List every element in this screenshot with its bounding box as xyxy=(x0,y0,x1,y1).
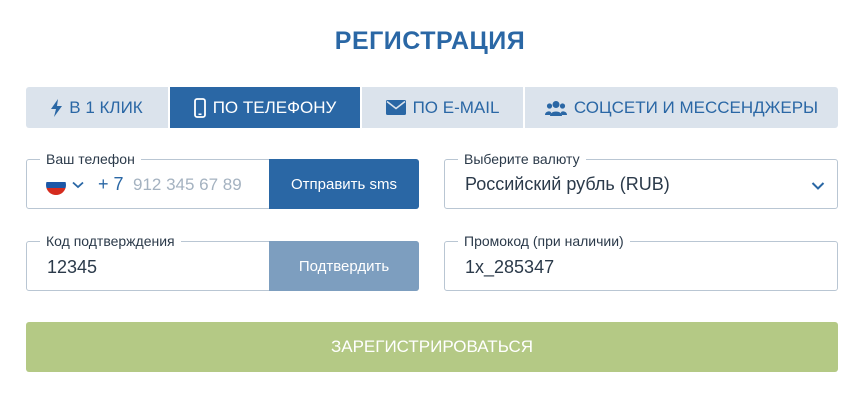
phone-input[interactable] xyxy=(133,172,273,198)
tab-by-phone-label: ПО ТЕЛЕФОНУ xyxy=(212,97,337,117)
chevron-down-icon xyxy=(811,178,825,196)
phone-country-code: + 7 xyxy=(98,174,124,194)
tab-by-phone[interactable]: ПО ТЕЛЕФОНУ xyxy=(170,87,362,128)
tab-by-email-label: ПО E-MAIL xyxy=(412,97,500,117)
tab-one-click[interactable]: В 1 КЛИК xyxy=(26,87,170,128)
register-button[interactable]: ЗАРЕГИСТРИРОВАТЬСЯ xyxy=(26,322,838,372)
send-sms-button[interactable]: Отправить sms xyxy=(269,159,419,209)
chevron-down-icon xyxy=(72,176,84,194)
promo-code-value: 1x_285347 xyxy=(465,257,555,277)
promo-code-label: Промокод (при наличии) xyxy=(458,232,630,250)
phone-field: Ваш телефон + 7 Отправить sms xyxy=(26,150,419,209)
lightning-icon xyxy=(51,98,63,117)
envelope-icon xyxy=(385,100,406,115)
mobile-phone-icon xyxy=(193,97,206,118)
confirmation-code-label: Код подтверждения xyxy=(40,232,181,250)
currency-selected-value: Российский рубль (RUB) xyxy=(465,174,670,194)
country-selector[interactable] xyxy=(46,175,84,195)
registration-tabs: В 1 КЛИК ПО ТЕЛЕФОНУ ПО E-MAIL СОЦСЕТИ И… xyxy=(26,87,838,128)
tab-by-email[interactable]: ПО E-MAIL xyxy=(362,87,525,128)
tab-social-messengers[interactable]: СОЦСЕТИ И МЕССЕНДЖЕРЫ xyxy=(525,87,838,128)
confirm-button[interactable]: Подтвердить xyxy=(269,241,419,291)
tab-social-messengers-label: СОЦСЕТИ И МЕССЕНДЖЕРЫ xyxy=(573,97,819,117)
confirmation-code-field[interactable]: Код подтверждения 12345 Подтвердить xyxy=(26,232,419,291)
currency-select[interactable]: Выберите валюту Российский рубль (RUB) xyxy=(444,150,838,209)
confirmation-code-value: 12345 xyxy=(47,257,98,277)
users-icon xyxy=(544,100,567,116)
tab-one-click-label: В 1 КЛИК xyxy=(69,97,143,117)
phone-field-label: Ваш телефон xyxy=(40,150,141,168)
russia-flag-icon xyxy=(46,175,66,195)
currency-field-label: Выберите валюту xyxy=(458,150,586,168)
promo-code-field[interactable]: Промокод (при наличии) 1x_285347 xyxy=(444,232,838,291)
page-title: РЕГИСТРАЦИЯ xyxy=(334,27,526,55)
